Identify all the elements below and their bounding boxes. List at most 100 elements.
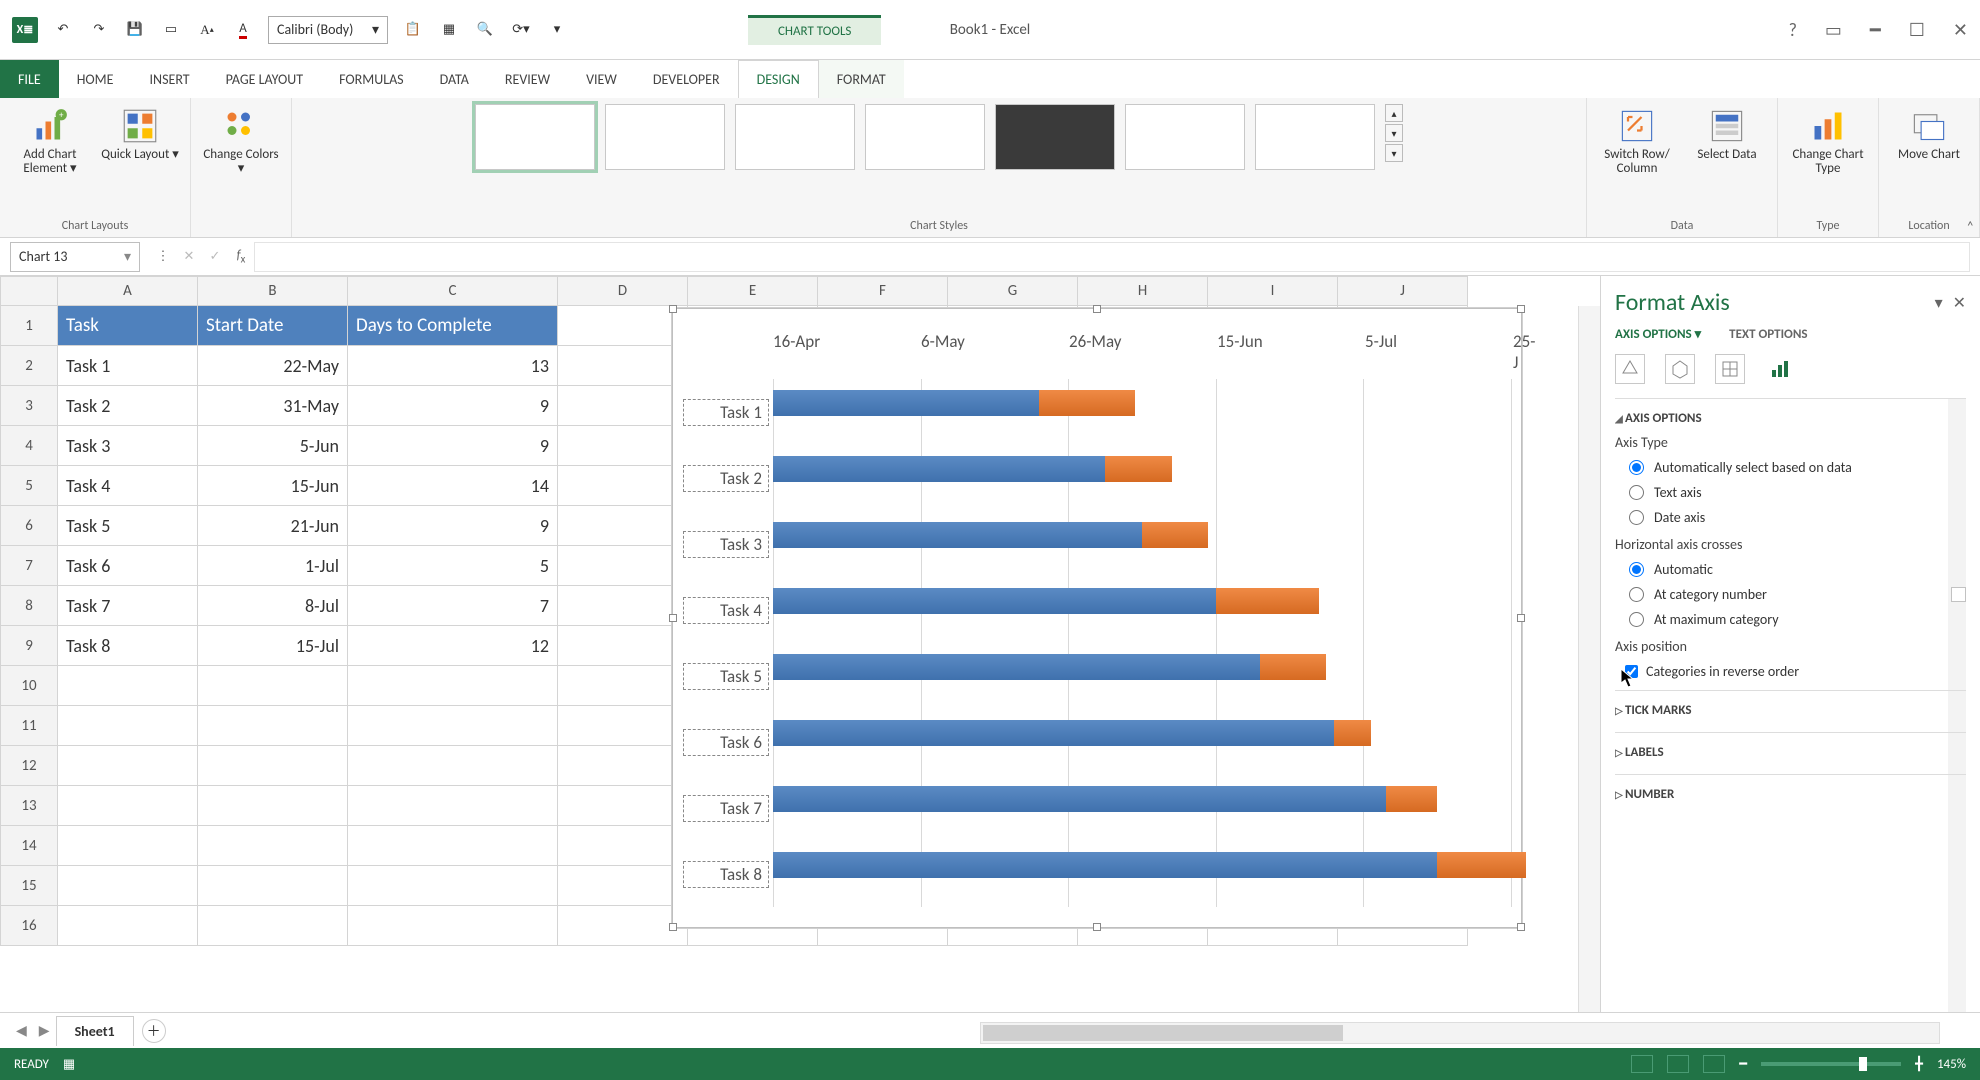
- quick-layout-button[interactable]: Quick Layout ▾: [100, 104, 180, 162]
- row-header[interactable]: 15: [0, 866, 58, 906]
- macro-record-icon[interactable]: ▦: [63, 1057, 75, 1072]
- chart-style-scroll[interactable]: ▴▾▾: [1385, 104, 1403, 162]
- section-number[interactable]: NUMBER: [1615, 787, 1966, 802]
- cell[interactable]: 22-May: [198, 346, 348, 386]
- category-number-input[interactable]: [1951, 587, 1966, 602]
- cell[interactable]: 9: [348, 426, 558, 466]
- category-axis-label[interactable]: Task 7: [683, 795, 769, 822]
- radio-date-axis[interactable]: Date axis: [1615, 505, 1966, 530]
- cell[interactable]: [58, 786, 198, 826]
- cell[interactable]: Task: [58, 306, 198, 346]
- bar-duration[interactable]: [1334, 720, 1371, 746]
- row-header[interactable]: 2: [0, 346, 58, 386]
- cell[interactable]: Start Date: [198, 306, 348, 346]
- cell[interactable]: Task 7: [58, 586, 198, 626]
- cell[interactable]: [348, 866, 558, 906]
- zoom-slider[interactable]: [1761, 1062, 1901, 1066]
- cell[interactable]: [348, 906, 558, 946]
- cell[interactable]: [348, 666, 558, 706]
- redo-icon[interactable]: ↷: [88, 19, 110, 41]
- row-header[interactable]: 16: [0, 906, 58, 946]
- cell[interactable]: [558, 546, 688, 586]
- cell[interactable]: 1-Jul: [198, 546, 348, 586]
- close-icon[interactable]: ✕: [1953, 19, 1968, 41]
- sheet-nav-next[interactable]: ▶: [33, 1022, 56, 1039]
- font-color-icon[interactable]: A: [232, 19, 254, 41]
- vertical-scrollbar[interactable]: [1578, 306, 1600, 1012]
- row-header[interactable]: 10: [0, 666, 58, 706]
- effects-icon[interactable]: [1665, 354, 1695, 384]
- cell[interactable]: 15-Jul: [198, 626, 348, 666]
- chart-style-5[interactable]: [995, 104, 1115, 170]
- chart-style-6[interactable]: [1125, 104, 1245, 170]
- worksheet-grid[interactable]: ABCDEFGHIJ 1TaskStart DateDays to Comple…: [0, 276, 1600, 1012]
- cell[interactable]: Task 2: [58, 386, 198, 426]
- tab-view[interactable]: VIEW: [568, 60, 635, 98]
- row-header[interactable]: 8: [0, 586, 58, 626]
- cell[interactable]: [198, 826, 348, 866]
- enter-formula-icon[interactable]: ✓: [202, 249, 228, 264]
- maximize-icon[interactable]: ☐: [1909, 19, 1925, 41]
- category-axis-label[interactable]: Task 1: [683, 399, 769, 426]
- collapse-ribbon-icon[interactable]: ˄: [1966, 218, 1974, 235]
- cell[interactable]: Task 6: [58, 546, 198, 586]
- refresh-icon[interactable]: ⟳▾: [510, 19, 532, 41]
- paste-icon[interactable]: 📋: [402, 19, 424, 41]
- tab-formulas[interactable]: FORMULAS: [321, 60, 422, 98]
- cell[interactable]: Days to Complete: [348, 306, 558, 346]
- radio-crosses-at-category[interactable]: At category number: [1615, 582, 1966, 607]
- cell[interactable]: [558, 786, 688, 826]
- change-colors-button[interactable]: Change Colors ▾: [201, 104, 281, 177]
- cell[interactable]: [348, 786, 558, 826]
- cell[interactable]: [348, 706, 558, 746]
- cell[interactable]: 12: [348, 626, 558, 666]
- add-chart-element-button[interactable]: + Add Chart Element ▾: [10, 104, 90, 177]
- column-header[interactable]: J: [1338, 276, 1468, 306]
- qat-more-icon[interactable]: ▾: [546, 19, 568, 41]
- axis-options-icon[interactable]: [1765, 354, 1795, 384]
- cell[interactable]: [558, 706, 688, 746]
- tab-data[interactable]: DATA: [422, 60, 487, 98]
- bar-duration[interactable]: [1216, 588, 1319, 614]
- fill-line-icon[interactable]: [1615, 354, 1645, 384]
- chart-style-7[interactable]: [1255, 104, 1375, 170]
- chart-style-2[interactable]: [605, 104, 725, 170]
- cell[interactable]: [558, 346, 688, 386]
- save-icon[interactable]: 💾: [124, 19, 146, 41]
- sheet-nav-prev[interactable]: ◀: [10, 1022, 33, 1039]
- cell[interactable]: [198, 906, 348, 946]
- cell[interactable]: [198, 706, 348, 746]
- tab-file[interactable]: FILE: [0, 60, 59, 98]
- bar-duration[interactable]: [1039, 390, 1135, 416]
- help-icon[interactable]: ?: [1789, 19, 1797, 41]
- normal-view-icon[interactable]: [1631, 1055, 1653, 1073]
- cell[interactable]: [58, 666, 198, 706]
- cell[interactable]: 14: [348, 466, 558, 506]
- category-axis-label[interactable]: Task 3: [683, 531, 769, 558]
- row-header[interactable]: 4: [0, 426, 58, 466]
- column-header[interactable]: G: [948, 276, 1078, 306]
- bar-duration[interactable]: [1437, 852, 1526, 878]
- row-header[interactable]: 11: [0, 706, 58, 746]
- bar-start[interactable]: [773, 390, 1039, 416]
- tab-developer[interactable]: DEVELOPER: [635, 60, 738, 98]
- row-header[interactable]: 12: [0, 746, 58, 786]
- font-size-icon[interactable]: A▴: [196, 19, 218, 41]
- cell[interactable]: 31-May: [198, 386, 348, 426]
- pane-tab-text-options[interactable]: TEXT OPTIONS: [1729, 327, 1807, 342]
- category-axis-label[interactable]: Task 8: [683, 861, 769, 888]
- column-header[interactable]: F: [818, 276, 948, 306]
- tab-home[interactable]: HOME: [59, 60, 132, 98]
- cell[interactable]: [58, 866, 198, 906]
- section-tick-marks[interactable]: TICK MARKS: [1615, 703, 1966, 718]
- tab-format[interactable]: FORMAT: [819, 60, 904, 98]
- switch-row-column-button[interactable]: Switch Row/ Column: [1597, 104, 1677, 177]
- category-axis-label[interactable]: Task 2: [683, 465, 769, 492]
- row-header[interactable]: 7: [0, 546, 58, 586]
- zoom-out-icon[interactable]: ━: [1739, 1057, 1747, 1072]
- cell[interactable]: [198, 746, 348, 786]
- pane-close-icon[interactable]: ✕: [1953, 293, 1966, 313]
- fx-icon[interactable]: fx: [228, 248, 254, 266]
- cell[interactable]: [58, 826, 198, 866]
- column-header[interactable]: B: [198, 276, 348, 306]
